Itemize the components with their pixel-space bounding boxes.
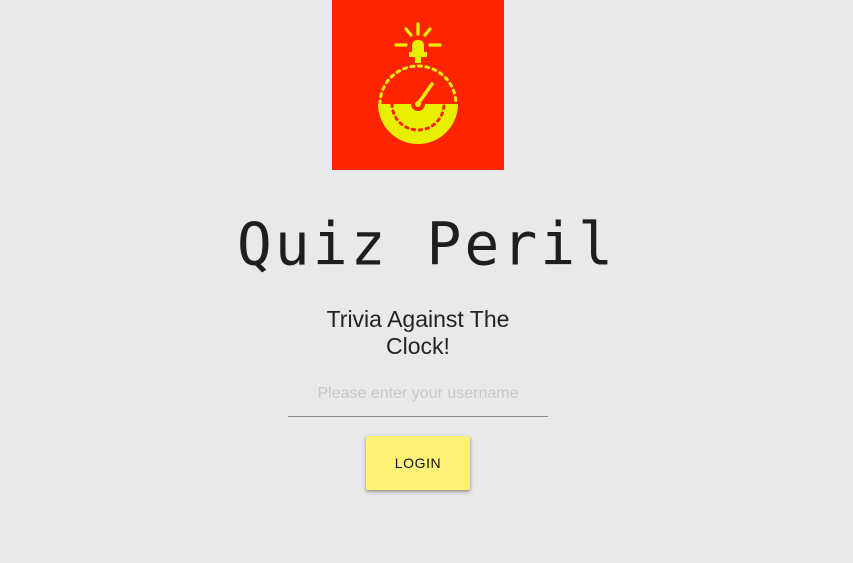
username-input[interactable] (288, 376, 548, 412)
app-subtitle: Trivia Against The Clock! (326, 306, 510, 359)
stopwatch-alarm-icon (378, 22, 458, 144)
login-page: Quiz Peril Trivia Against The Clock! LOG… (0, 0, 853, 563)
app-title: Quiz Peril (236, 209, 617, 279)
username-field-container (288, 376, 548, 417)
login-button[interactable]: LOGIN (366, 436, 470, 490)
app-logo (332, 0, 504, 170)
